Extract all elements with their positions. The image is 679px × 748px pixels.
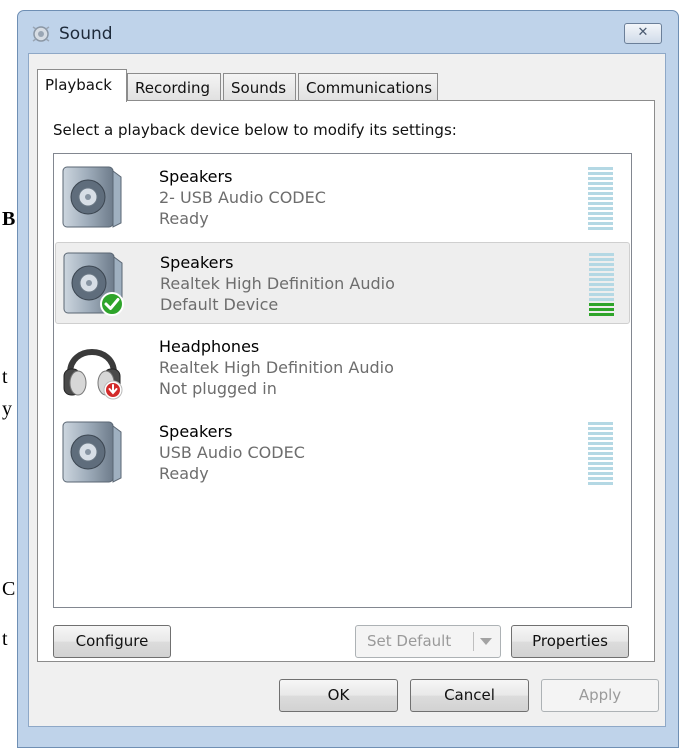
device-text: Speakers USB Audio CODEC Ready [159,421,305,484]
apply-button: Apply [541,679,659,712]
meter-bar [588,437,613,440]
instruction-text: Select a playback device below to modify… [53,121,457,139]
meter-bar [589,308,614,311]
meter-bar [588,207,613,210]
background-text-fragment: t [2,628,8,650]
device-status: Not plugged in [159,379,277,398]
sound-app-icon [30,23,52,45]
device-status: Default Device [160,295,279,314]
speaker-icon [60,418,124,486]
headphones-icon [60,333,124,401]
device-row[interactable]: Speakers USB Audio CODEC Ready [55,412,630,494]
tab-playback[interactable]: Playback [37,69,127,102]
meter-bar [589,263,614,266]
meter-bar [588,202,613,205]
meter-bar [589,278,614,281]
device-description: USB Audio CODEC [159,443,305,462]
meter-bar [588,172,613,175]
device-row-selected[interactable]: Speakers Realtek High Definition Audio D… [55,242,630,324]
meter-bar [589,298,614,301]
device-row[interactable]: Headphones Realtek High Definition Audio… [55,327,630,409]
ok-button[interactable]: OK [279,679,398,712]
meter-bar [588,477,613,480]
speaker-icon [61,249,125,317]
cancel-button[interactable]: Cancel [410,679,529,712]
dialog-client-area: Playback Recording Sounds Communications… [28,53,666,727]
meter-bar [588,222,613,225]
close-icon: ✕ [637,25,649,40]
set-default-label: Set Default [367,632,452,650]
properties-button[interactable]: Properties [511,625,629,658]
sound-dialog: Sound ✕ Playback Recording Sounds Commun… [17,10,679,748]
meter-bar [589,293,614,296]
background-text-fragment: y [2,398,12,420]
unplugged-arrow-icon [103,380,123,400]
meter-bar [588,452,613,455]
tab-sounds[interactable]: Sounds [223,73,296,100]
meter-bar [588,177,613,180]
volume-level-meter [588,167,613,230]
meter-bar [589,303,614,306]
device-row[interactable]: Speakers 2- USB Audio CODEC Ready [55,157,630,239]
meter-bar [588,462,613,465]
device-name: Speakers [160,253,234,272]
device-name: Headphones [159,337,260,356]
device-description: 2- USB Audio CODEC [159,188,326,207]
meter-bar [588,422,613,425]
set-default-button: Set Default [355,625,501,658]
meter-bar [588,197,613,200]
background-text-fragment: C [2,578,16,600]
meter-bar [588,212,613,215]
device-text: Headphones Realtek High Definition Audio… [159,336,394,399]
device-name: Speakers [159,422,233,441]
meter-bar [588,467,613,470]
device-status: Ready [159,464,209,483]
window-title: Sound [59,24,113,44]
device-status: Ready [159,209,209,228]
tab-communications[interactable]: Communications [298,73,438,100]
meter-bar [588,457,613,460]
meter-bar [589,253,614,256]
title-bar[interactable]: Sound ✕ [18,11,678,53]
configure-button[interactable]: Configure [53,625,171,658]
meter-bar [588,167,613,170]
meter-bar [588,427,613,430]
playback-panel: Select a playback device below to modify… [37,100,655,662]
speaker-icon [60,163,124,231]
meter-bar [588,187,613,190]
meter-bar [588,227,613,230]
meter-bar [588,442,613,445]
meter-bar [588,482,613,485]
meter-bar [588,447,613,450]
meter-bar [589,258,614,261]
meter-bar [588,217,613,220]
meter-bar [589,288,614,291]
device-description: Realtek High Definition Audio [159,358,394,377]
meter-bar [589,273,614,276]
chevron-down-icon [480,638,492,645]
tab-recording[interactable]: Recording [127,73,221,100]
meter-bar [589,283,614,286]
volume-level-meter [589,253,614,316]
meter-bar [588,432,613,435]
default-checkmark-icon [100,292,124,316]
meter-bar [588,182,613,185]
meter-bar [589,268,614,271]
split-separator [473,632,474,651]
device-text: Speakers Realtek High Definition Audio D… [160,252,395,315]
background-text-fragment: B [2,208,16,230]
device-name: Speakers [159,167,233,186]
close-button[interactable]: ✕ [624,23,662,44]
meter-bar [588,192,613,195]
background-text-fragment: t [2,366,8,388]
device-list[interactable]: Speakers 2- USB Audio CODEC Ready Speake… [53,153,632,608]
device-description: Realtek High Definition Audio [160,274,395,293]
meter-bar [589,313,614,316]
device-text: Speakers 2- USB Audio CODEC Ready [159,166,326,229]
volume-level-meter [588,422,613,485]
meter-bar [588,472,613,475]
